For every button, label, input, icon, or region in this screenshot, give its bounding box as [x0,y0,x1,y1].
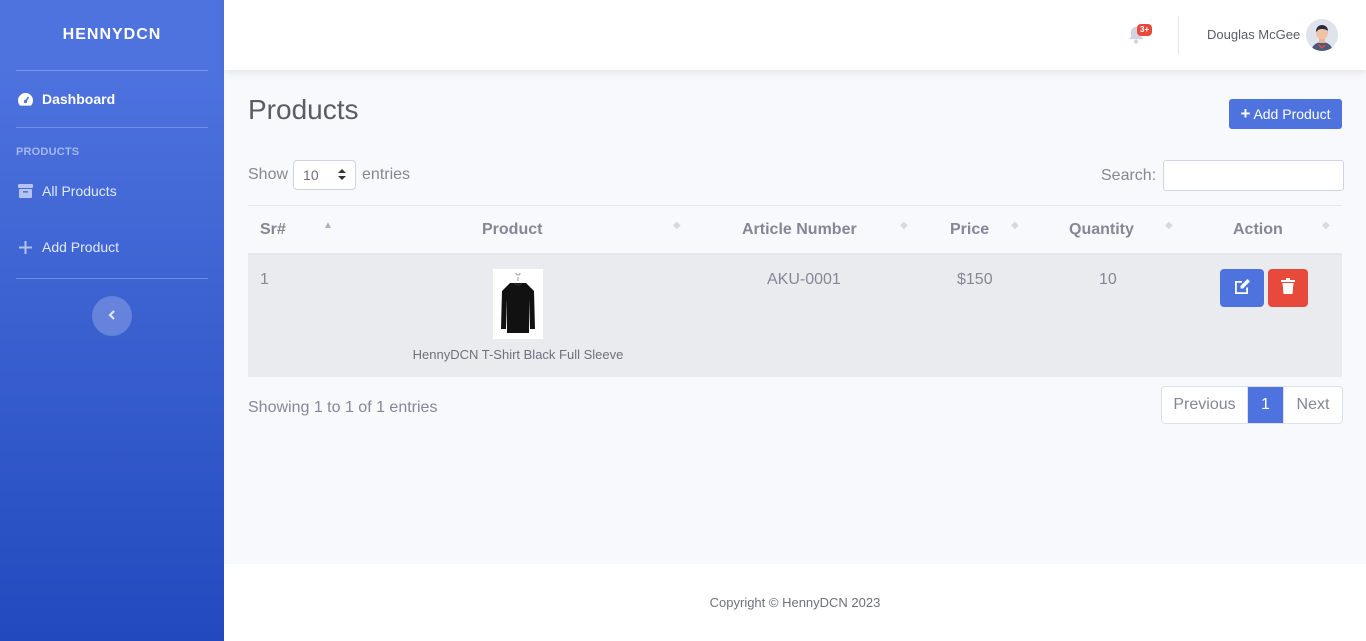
column-header-article-number[interactable]: Article Number [742,221,857,239]
sidebar-toggle-button[interactable] [92,296,132,336]
brand-logo[interactable]: HENNYDCN [0,0,224,70]
edit-button[interactable] [1220,269,1264,307]
add-product-button[interactable]: + Add Product [1229,99,1342,129]
cell-quantity: 10 [1099,271,1117,288]
sidebar-item-label: All Products [42,183,117,199]
sort-icon: ◆ [1322,220,1330,231]
sort-arrows-icon [338,167,347,183]
entries-select-value: 10 [303,167,319,183]
search-label: Search: [1101,166,1157,184]
trash-icon [1281,277,1295,299]
search-control: Search: [1101,160,1345,191]
footer: Copyright © HennyDCN 2023 [224,564,1366,641]
column-header-price[interactable]: Price [950,221,989,239]
column-header-sr[interactable]: Sr# [260,221,286,239]
sidebar-item-all-products[interactable]: All Products [0,166,224,216]
entries-length-control: Show 10 entries [248,160,410,190]
column-header-product[interactable]: Product [482,221,542,239]
sidebar-divider [16,278,208,279]
table-row: 1 HennyDCN T-Shirt Black Full Sleeve AKU… [248,255,1342,377]
chevron-left-icon [108,307,116,325]
topbar: 3+ Douglas McGee [224,0,1366,70]
delete-button[interactable] [1268,269,1308,307]
add-product-label: Add Product [1253,106,1331,122]
sidebar-item-add-product[interactable]: Add Product [0,216,224,278]
topbar-divider [1178,16,1179,54]
sort-icon: ◆ [673,220,681,231]
page-title: Products [248,94,359,125]
table-info: Showing 1 to 1 of 1 entries [248,399,438,416]
sidebar-item-label: Add Product [42,239,120,255]
entries-select[interactable]: 10 [293,160,357,190]
sort-asc-icon: ▲ [323,220,333,231]
user-name[interactable]: Douglas McGee [1207,27,1300,42]
sidebar: HENNYDCN Dashboard PRODUCTS All Products… [0,0,224,641]
cell-price: $150 [957,271,993,288]
page-1-button[interactable]: 1 [1248,387,1283,423]
sidebar-heading: PRODUCTS [16,146,80,158]
products-table: Sr# ▲ Product ◆ Article Number ◆ Price ◆… [248,205,1342,377]
sort-icon: ◆ [1165,220,1173,231]
sort-icon: ◆ [900,220,908,231]
pagination: Previous 1 Next [1161,386,1343,424]
plus-icon [16,238,34,256]
show-label: Show [248,166,289,183]
avatar[interactable] [1306,19,1338,51]
product-image [493,269,543,339]
sidebar-item-label: Dashboard [42,91,116,107]
cell-article-number: AKU-0001 [767,271,841,288]
plus-icon: + [1240,104,1251,123]
sidebar-item-dashboard[interactable]: Dashboard [0,71,224,127]
column-header-quantity[interactable]: Quantity [1069,221,1134,239]
entries-label: entries [362,166,411,183]
edit-icon [1233,278,1251,299]
next-page-button[interactable]: Next [1283,387,1342,423]
tachometer-icon [16,90,34,108]
sort-icon: ◆ [1011,220,1019,231]
cell-product-name: HennyDCN T-Shirt Black Full Sleeve [412,347,624,362]
alerts-badge: 3+ [1137,24,1153,36]
cell-sr: 1 [260,271,269,288]
box-icon [16,182,34,200]
previous-page-button[interactable]: Previous [1162,387,1248,423]
search-input[interactable] [1163,160,1345,191]
column-header-action[interactable]: Action [1233,221,1283,239]
table-header: Sr# ▲ Product ◆ Article Number ◆ Price ◆… [248,205,1342,255]
copyright-text: Copyright © HennyDCN 2023 [709,595,881,610]
